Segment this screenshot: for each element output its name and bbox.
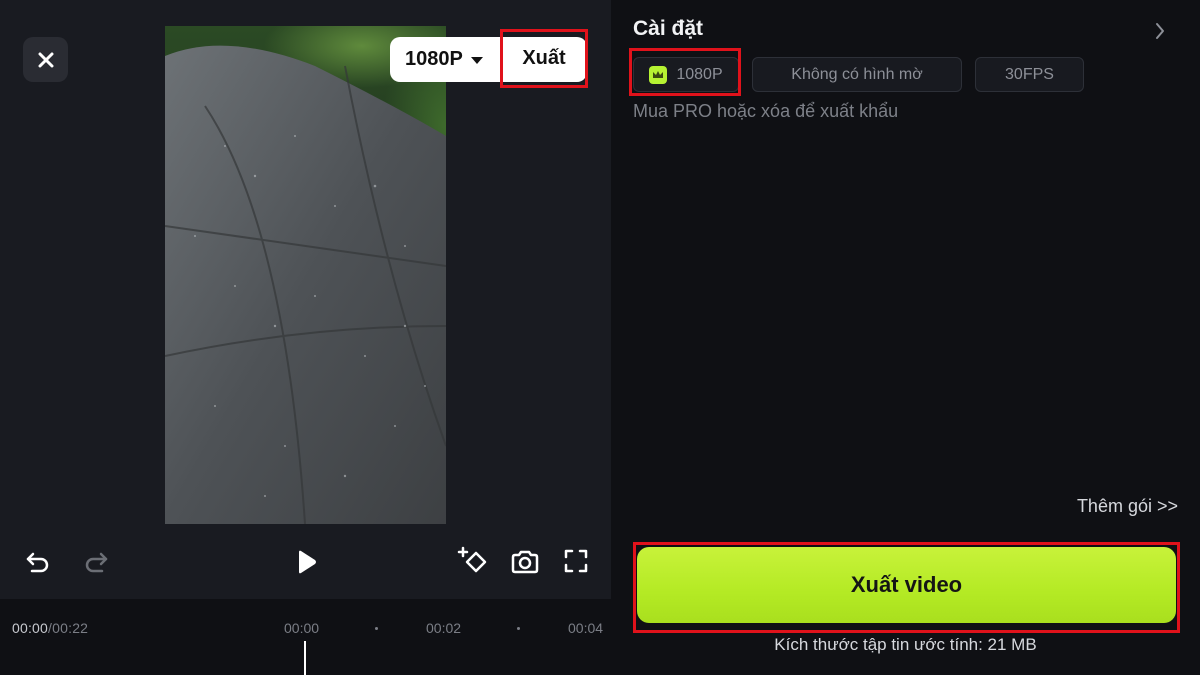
fullscreen-icon	[564, 549, 588, 573]
chip-watermark[interactable]: Không có hình mờ	[752, 57, 962, 92]
caret-down-icon	[470, 57, 483, 64]
video-preview	[165, 26, 446, 524]
settings-expand-button[interactable]	[1153, 21, 1167, 46]
timeline[interactable]: 00:00/00:22 00:00 00:02 00:04	[0, 599, 611, 675]
playhead[interactable]	[304, 641, 306, 675]
camera-icon	[511, 550, 539, 574]
ruler-tick: 00:02	[426, 620, 462, 636]
export-button[interactable]: Xuất	[500, 29, 588, 88]
estimated-file-size: Kích thước tập tin ước tính: 21 MB	[774, 635, 1037, 654]
ruler-dot	[375, 627, 378, 630]
settings-title: Cài đặt	[633, 17, 704, 40]
resolution-dropdown[interactable]: 1080P	[390, 37, 500, 82]
editor-panel: 1080P Xuất 00:00/00:22 00:00 00:02 00:04	[0, 0, 611, 675]
close-icon	[38, 52, 53, 67]
time-counter: 00:00/00:22	[12, 620, 88, 636]
undo-icon	[26, 552, 49, 573]
current-time: 00:00	[12, 620, 49, 636]
resolution-value: 1080P	[405, 48, 463, 70]
pro-hint-text: Mua PRO hoặc xóa để xuất khẩu	[633, 101, 899, 121]
add-keyframe-button[interactable]	[456, 544, 490, 578]
snapshot-button[interactable]	[508, 546, 542, 578]
chip-watermark-label: Không có hình mờ	[791, 65, 923, 83]
chevron-right-icon	[1156, 23, 1164, 39]
redo-icon	[85, 552, 108, 573]
ruler-tick: 00:00	[284, 620, 320, 636]
play-icon	[299, 550, 316, 574]
export-video-button[interactable]: Xuất video	[637, 547, 1176, 623]
umbrella-image	[165, 45, 446, 524]
close-button[interactable]	[23, 37, 68, 82]
export-settings-panel: Cài đặt 1080P Không có hình mờ 30FPS Mua…	[611, 0, 1200, 675]
ruler-tick: 00:04	[568, 620, 604, 636]
chip-highlight-box	[629, 48, 741, 96]
play-button[interactable]	[290, 546, 322, 578]
chip-fps-label: 30FPS	[1005, 65, 1054, 83]
fullscreen-button[interactable]	[561, 546, 591, 576]
add-keyframe-icon	[457, 546, 487, 573]
undo-button[interactable]	[22, 546, 54, 578]
redo-button[interactable]	[80, 546, 112, 578]
more-packages-link[interactable]: Thêm gói >>	[1077, 496, 1178, 517]
ruler-dot	[517, 627, 520, 630]
export-button-label: Xuất	[508, 38, 580, 79]
total-duration: /00:22	[48, 620, 89, 636]
chip-fps[interactable]: 30FPS	[975, 57, 1084, 92]
